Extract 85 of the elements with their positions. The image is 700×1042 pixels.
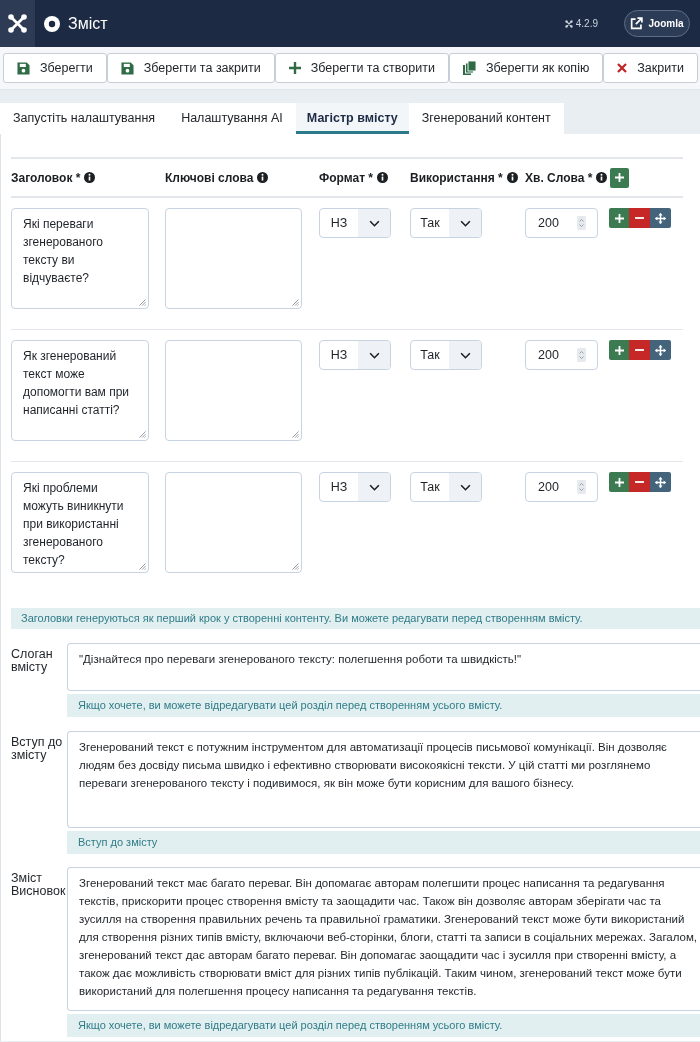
keywords-field[interactable] bbox=[165, 472, 302, 573]
minus-icon bbox=[635, 481, 644, 483]
info-icon[interactable] bbox=[506, 172, 518, 183]
title-field[interactable]: Які переваги згенерованого тексту ви відчуваєте? bbox=[11, 208, 149, 309]
info-icon[interactable] bbox=[84, 172, 96, 183]
min-words-field[interactable]: 200 bbox=[525, 472, 598, 502]
format-select[interactable]: НЗ bbox=[319, 472, 391, 502]
column-header: Використання * bbox=[410, 169, 503, 187]
copy-icon bbox=[462, 61, 476, 75]
info-icon[interactable] bbox=[377, 172, 389, 183]
resize-grip-icon[interactable] bbox=[139, 563, 146, 570]
move-icon bbox=[655, 212, 666, 224]
toolbar-button[interactable]: Зберегти як копію bbox=[448, 53, 604, 83]
save-icon bbox=[17, 61, 30, 75]
text-field[interactable]: "Дізнайтеся про переваги згенерованого тексту: полегшення роботи та швидкість!" bbox=[67, 643, 700, 691]
toolbar-button[interactable]: Закрити bbox=[603, 53, 698, 83]
plus-icon bbox=[614, 213, 624, 223]
remove-row-button[interactable] bbox=[629, 208, 650, 228]
hint-text: Якщо хочете, ви можете відредагувати цей розділ перед створенням усього вмісту. bbox=[67, 694, 700, 717]
chevron-down-icon bbox=[368, 219, 380, 227]
toolbar-button[interactable]: Зберегти bbox=[3, 53, 107, 83]
add-row-button[interactable] bbox=[610, 167, 629, 188]
plus-icon bbox=[614, 477, 624, 487]
chevron-down-icon bbox=[459, 351, 471, 359]
add-row-button[interactable] bbox=[609, 208, 629, 228]
column-header: Формат * bbox=[319, 169, 374, 187]
title-field[interactable]: Як згенерований текст може допомогти вам при написанні статті? bbox=[11, 340, 149, 441]
chevron-down-icon bbox=[459, 483, 471, 491]
page-title: Зміст bbox=[68, 13, 108, 34]
move-icon bbox=[655, 476, 666, 488]
hint-text: Якщо хочете, ви можете відредагувати цей розділ перед створенням усього вмісту. bbox=[67, 1014, 700, 1037]
chevron-down-icon bbox=[368, 351, 380, 359]
column-header: Заголовок * bbox=[11, 169, 81, 187]
toolbar-button[interactable]: Зберегти та закрити bbox=[106, 53, 275, 83]
field-label: Вступ до змісту bbox=[11, 734, 64, 764]
info-icon[interactable] bbox=[257, 172, 269, 183]
field-label: Зміст Висновок bbox=[11, 870, 67, 900]
column-header: Ключові слова bbox=[165, 169, 254, 187]
toolbar-button[interactable]: Зберегти та створити bbox=[274, 53, 449, 83]
min-words-field[interactable]: 200 bbox=[525, 340, 598, 370]
info-icon[interactable] bbox=[596, 172, 608, 183]
move-row-button[interactable] bbox=[650, 208, 671, 228]
move-icon bbox=[655, 344, 666, 356]
plus-icon bbox=[614, 345, 624, 355]
external-link-icon bbox=[630, 17, 644, 30]
field-label: Слоган вмісту bbox=[11, 646, 54, 676]
minus-icon bbox=[635, 349, 644, 351]
resize-grip-icon[interactable] bbox=[292, 563, 299, 570]
resize-grip-icon[interactable] bbox=[292, 431, 299, 438]
usage-select[interactable]: Так bbox=[410, 208, 482, 238]
plus-icon bbox=[615, 173, 624, 182]
format-select[interactable]: НЗ bbox=[319, 340, 391, 370]
text-field[interactable]: Згенерований текст є потужним інструментом для автоматизації процесів письмової комунікації. Він дозволяє людям без досвіду письма швидко і ефективно створювати високоякісні тексти. У цій статті ми розглянемо переваги згенерованого тексту і подивимося, як він може бути корисним для вашого бізнесу. bbox=[67, 731, 700, 828]
info-notice: Заголовки генеруються як перший крок у створенні контенту. Ви можете редагувати перед створенням вмісту. bbox=[11, 608, 700, 629]
remove-row-button[interactable] bbox=[629, 472, 650, 492]
logo-icon bbox=[564, 19, 573, 28]
format-select[interactable]: НЗ bbox=[319, 208, 391, 238]
resize-grip-icon[interactable] bbox=[292, 299, 299, 306]
keywords-field[interactable] bbox=[165, 208, 302, 309]
circle-dot-icon bbox=[44, 15, 60, 32]
add-row-button[interactable] bbox=[609, 472, 629, 492]
move-row-button[interactable] bbox=[650, 340, 671, 360]
version-text: 4.2.9 bbox=[575, 17, 598, 31]
resize-grip-icon[interactable] bbox=[139, 431, 146, 438]
title-field[interactable]: Які проблеми можуть виникнути при використанні згенерованого тексту? bbox=[11, 472, 149, 573]
move-row-button[interactable] bbox=[650, 472, 671, 492]
site-link[interactable]: Joomla bbox=[624, 10, 690, 37]
min-words-field[interactable]: 200 bbox=[525, 208, 598, 238]
chevron-down-icon bbox=[368, 483, 380, 491]
tab[interactable]: Магістр вмісту bbox=[295, 103, 409, 134]
remove-row-button[interactable] bbox=[629, 340, 650, 360]
keywords-field[interactable] bbox=[165, 340, 302, 441]
column-header: Хв. Слова * bbox=[525, 169, 593, 187]
usage-select[interactable]: Так bbox=[410, 472, 482, 502]
resize-grip-icon[interactable] bbox=[139, 299, 146, 306]
add-row-button[interactable] bbox=[609, 340, 629, 360]
hint-text: Вступ до змісту bbox=[67, 831, 700, 854]
text-field[interactable]: Згенерований текст має багато переваг. Він допомагає авторам полегшити процес написання та редагування текстів, прискорити процес створення вмісту та заощадити час. Також він дозволяє авторам зберігати час та зусилля на створення правильних речень та правильної граматики. Згенерований текст може бути використаний для створення різних типів вмісту, включаючи веб-сторінки, блоги, статті та записи в соціальних мережах. Загалом, згенерований текст дає авторам багато переваг. Він допомагає заощадити час і зусилля при створенні вмісту, а також дає можливість створювати вміст для різних типів публікацій. Таким чином, згенерований текст може бути використаний для полегшення процесу написання та редагування текстів. bbox=[67, 867, 700, 1011]
plus-icon bbox=[288, 62, 301, 74]
minus-icon bbox=[635, 217, 644, 219]
chevron-down-icon bbox=[459, 219, 471, 227]
logo-icon[interactable] bbox=[0, 0, 35, 47]
save-icon bbox=[120, 61, 134, 75]
usage-select[interactable]: Так bbox=[410, 340, 482, 370]
close-icon bbox=[617, 63, 628, 73]
